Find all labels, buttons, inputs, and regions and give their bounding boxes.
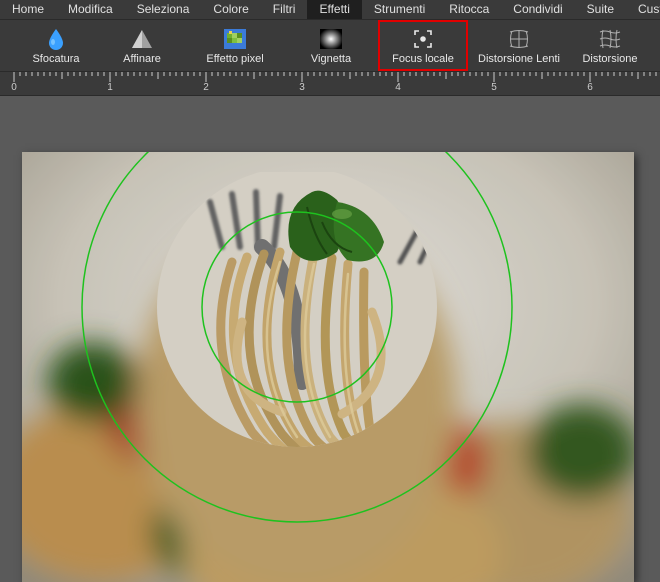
menu-suite[interactable]: Suite: [575, 0, 626, 19]
tool-label: Vignetta: [311, 53, 351, 65]
tool-focus-locale[interactable]: Focus locale: [378, 20, 468, 71]
tool-effetto-pixel[interactable]: Effetto pixel: [186, 20, 284, 71]
tool-sfocatura[interactable]: Sfocatura: [14, 20, 98, 71]
lens-grid-icon: [507, 27, 531, 51]
pixelate-icon: [223, 27, 247, 51]
tool-label: Distorsione: [582, 53, 637, 65]
sharpen-triangle-icon: [130, 27, 154, 51]
menu-condividi[interactable]: Condividi: [501, 0, 574, 19]
menu-seleziona[interactable]: Seleziona: [125, 0, 202, 19]
tool-affinare[interactable]: Affinare: [98, 20, 186, 71]
ruler-number: 2: [203, 82, 209, 93]
menu-modifica[interactable]: Modifica: [56, 0, 125, 19]
ruler-number: 1: [107, 82, 113, 93]
effects-toolbar: Sfocatura Affinare Effetto pixel: [0, 20, 660, 72]
menu-strumenti[interactable]: Strumenti: [362, 0, 437, 19]
ruler-number: 6: [587, 82, 593, 93]
tool-label: Focus locale: [392, 53, 454, 65]
menu-effetti[interactable]: Effetti: [307, 0, 361, 19]
tool-vignetta[interactable]: Vignetta: [284, 20, 378, 71]
menu-home[interactable]: Home: [0, 0, 56, 19]
tool-distorsione-lenti[interactable]: Distorsione Lenti: [468, 20, 570, 71]
tool-label: Effetto pixel: [206, 53, 263, 65]
menu-colore[interactable]: Colore: [201, 0, 260, 19]
image-canvas[interactable]: [22, 152, 634, 582]
tool-label: Sfocatura: [32, 53, 79, 65]
tool-distorsione[interactable]: Distorsione: [570, 20, 650, 71]
distortion-grid-icon: [598, 27, 622, 51]
vignette-icon: [319, 27, 343, 51]
canvas-area: [0, 96, 660, 582]
tool-label: Distorsione Lenti: [478, 53, 560, 65]
menu-ritocca[interactable]: Ritocca: [437, 0, 501, 19]
blur-drop-icon: [44, 27, 68, 51]
ruler-number: 0: [11, 82, 17, 93]
ruler-number: 3: [299, 82, 305, 93]
ruler-number: 5: [491, 82, 497, 93]
menu-filtri[interactable]: Filtri: [261, 0, 308, 19]
menu-bar: Home Modifica Seleziona Colore Filtri Ef…: [0, 0, 660, 20]
menu-custo[interactable]: Custo: [626, 0, 660, 19]
focus-target-icon: [411, 27, 435, 51]
tool-label: Affinare: [123, 53, 161, 65]
ruler-number: 4: [395, 82, 401, 93]
horizontal-ruler: 0 1 2 3 4 5 6: [0, 72, 660, 96]
